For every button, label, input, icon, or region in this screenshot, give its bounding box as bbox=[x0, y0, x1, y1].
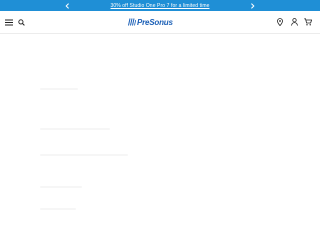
location-button[interactable] bbox=[275, 17, 285, 27]
cart-icon bbox=[304, 18, 312, 26]
menu-button[interactable] bbox=[4, 17, 14, 27]
placeholder-line bbox=[40, 88, 78, 90]
logo-text: PreSonus bbox=[137, 17, 173, 27]
account-button[interactable] bbox=[289, 17, 299, 27]
menu-icon bbox=[5, 19, 13, 25]
chevron-left-icon bbox=[64, 2, 69, 9]
placeholder-line bbox=[40, 186, 82, 188]
account-icon bbox=[290, 18, 298, 26]
presonus-mark-icon bbox=[128, 18, 136, 26]
site-header: PreSonus bbox=[0, 11, 320, 34]
chevron-right-icon bbox=[250, 2, 255, 9]
promo-prev-button[interactable] bbox=[61, 0, 73, 11]
search-icon bbox=[17, 18, 25, 26]
placeholder-line bbox=[40, 154, 128, 156]
promo-link[interactable]: 30% off Studio One Pro 7 for a limited t… bbox=[111, 3, 210, 9]
search-button[interactable] bbox=[16, 17, 26, 27]
cart-button[interactable] bbox=[303, 17, 313, 27]
promo-banner: 30% off Studio One Pro 7 for a limited t… bbox=[0, 0, 320, 11]
promo-next-button[interactable] bbox=[246, 0, 258, 11]
presonus-logo[interactable]: PreSonus bbox=[127, 16, 173, 28]
placeholder-line bbox=[40, 208, 76, 210]
location-icon bbox=[277, 18, 283, 26]
page: 30% off Studio One Pro 7 for a limited t… bbox=[0, 0, 320, 240]
placeholder-line bbox=[40, 128, 110, 130]
